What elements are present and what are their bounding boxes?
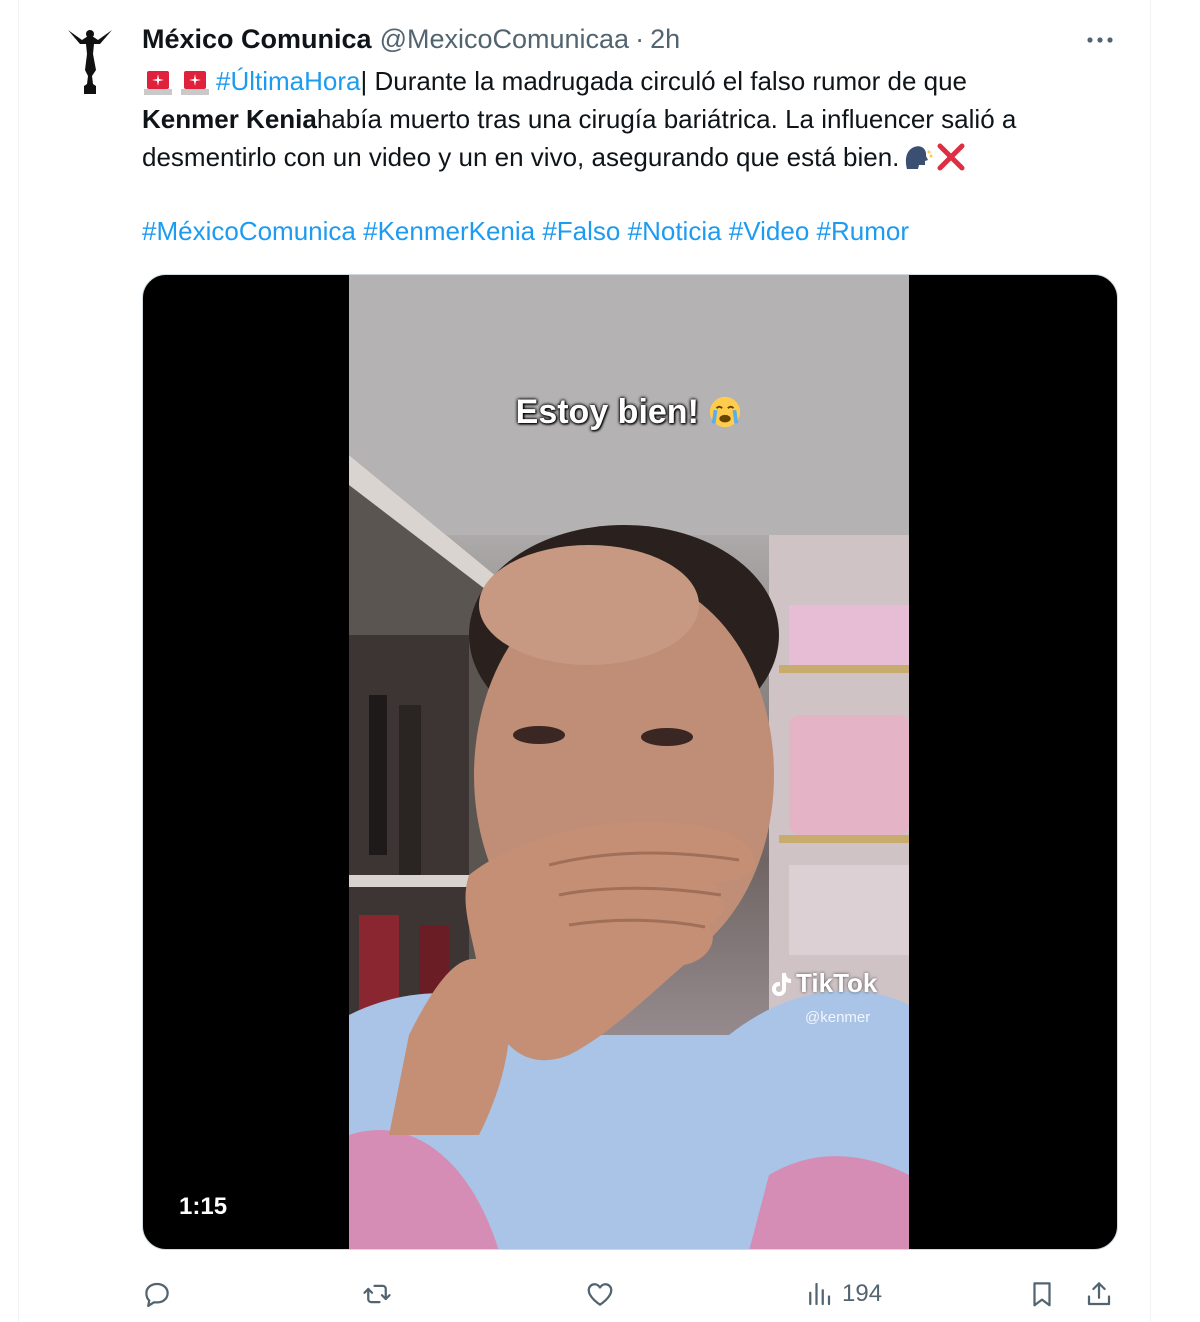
author-name[interactable]: México Comunica	[142, 24, 372, 55]
hashtag-list: #MéxicoComunica #KenmerKenia #Falso #Not…	[142, 212, 909, 250]
tweet-text-segment: había muerto tras una cirugía bariátrica…	[316, 104, 1017, 134]
video-frame[interactable]: Estoy bien!	[349, 275, 909, 1249]
police-light-icon	[144, 71, 172, 95]
angel-statue-logo	[68, 30, 112, 94]
tweet-header: México Comunica @MexicoComunicaa · 2h	[142, 22, 680, 56]
more-options-button[interactable]	[1082, 26, 1118, 54]
hashtag-link[interactable]: #Noticia	[628, 216, 722, 246]
right-border	[1150, 0, 1151, 1322]
left-border	[18, 0, 19, 1322]
tiktok-label: TikTok	[796, 968, 878, 998]
police-light-icon	[181, 71, 209, 95]
retweet-icon	[363, 1284, 391, 1304]
retweet-button[interactable]	[362, 1272, 392, 1316]
like-icon	[587, 1283, 613, 1306]
hashtag-link[interactable]: #ÚltimaHora	[216, 62, 361, 100]
reply-button[interactable]	[142, 1272, 172, 1316]
bookmark-button[interactable]	[1027, 1272, 1057, 1316]
tweet-text-bold: Kenmer Kenia	[142, 104, 317, 134]
tiktok-watermark: TikTok	[768, 968, 877, 999]
tweet-text-line-1: #ÚltimaHora | Durante la madrugada circu…	[142, 62, 1132, 100]
hashtag-link[interactable]: #KenmerKenia	[363, 216, 535, 246]
tweet-text-segment: desmentirlo con un video y un en vivo, a…	[142, 142, 900, 172]
views-count: 194	[842, 1280, 883, 1307]
crying-face-icon	[710, 396, 741, 428]
author-handle[interactable]: @MexicoComunicaa	[380, 24, 630, 55]
caption-text: Estoy bien!	[515, 393, 699, 431]
tiktok-username: @kenmer	[805, 1009, 871, 1026]
reply-icon	[145, 1282, 169, 1307]
tweet-card[interactable]: México Comunica @MexicoComunicaa · 2h #Ú…	[0, 0, 1200, 1322]
bookmark-icon	[1033, 1282, 1051, 1307]
video-player[interactable]: Estoy bien! TikTok @kenmer 1:15	[142, 274, 1118, 1250]
speaking-head-icon	[906, 146, 933, 169]
views-icon	[809, 1282, 831, 1306]
tweet-actions: 194	[142, 1272, 1122, 1316]
tiktok-logo-icon	[772, 972, 791, 996]
video-duration: 1:15	[179, 1193, 228, 1220]
tweet-text-segment: | Durante la madrugada circuló el falso …	[360, 66, 968, 96]
hashtag-link[interactable]: #Rumor	[817, 216, 909, 246]
cross-mark-icon	[937, 143, 965, 171]
hashtag-link[interactable]: #Video	[729, 216, 810, 246]
views-button[interactable]: 194	[804, 1272, 882, 1316]
hashtag-link[interactable]: #MéxicoComunica	[142, 216, 356, 246]
hashtag-link[interactable]: #Falso	[542, 216, 620, 246]
video-caption: Estoy bien!	[349, 393, 909, 432]
tweet-text-line-3: desmentirlo con un video y un en vivo, a…	[142, 138, 1132, 176]
share-button[interactable]	[1084, 1272, 1114, 1316]
separator-dot: ·	[635, 23, 645, 54]
like-button[interactable]	[585, 1272, 615, 1316]
tweet-text-line-2: Kenmer Kenia había muerto tras una cirug…	[142, 100, 1132, 138]
timestamp[interactable]: 2h	[650, 24, 680, 55]
share-icon	[1087, 1282, 1111, 1306]
more-horizontal-icon	[1087, 37, 1113, 43]
avatar[interactable]	[62, 26, 118, 96]
tweet-text: #ÚltimaHora | Durante la madrugada circu…	[142, 62, 1132, 176]
